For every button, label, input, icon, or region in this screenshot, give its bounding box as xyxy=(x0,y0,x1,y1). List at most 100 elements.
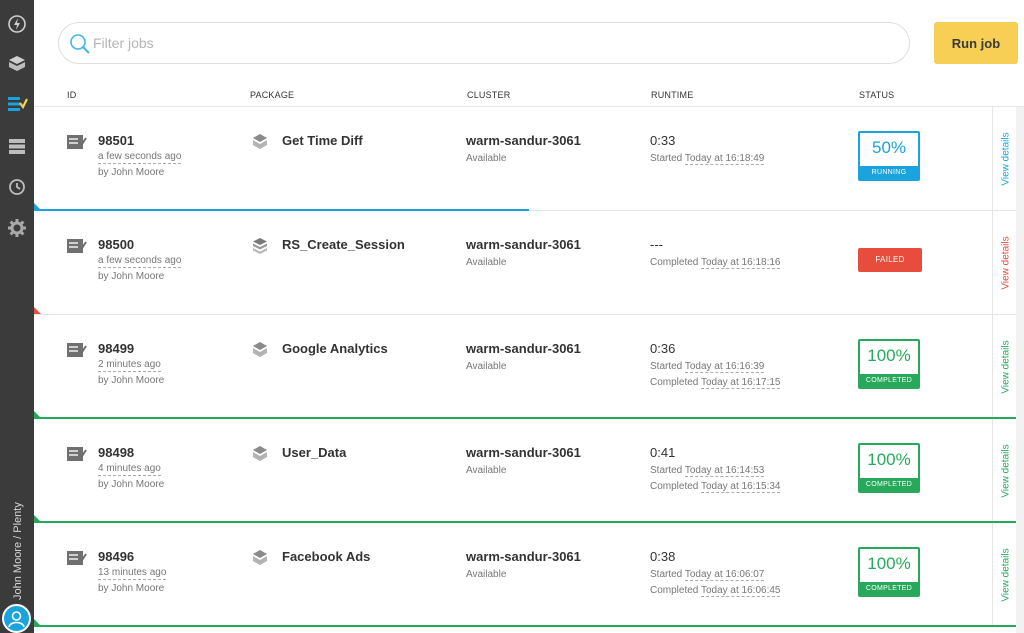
view-details-cell: View details xyxy=(992,315,1018,419)
job-id[interactable]: 98498 xyxy=(98,445,134,460)
view-details-cell: View details xyxy=(992,211,1018,315)
column-header-cluster: CLUSTER xyxy=(467,90,511,100)
cluster-name[interactable]: warm-sandur-3061 xyxy=(466,237,581,252)
sidebar: John Moore / Plenty xyxy=(0,0,34,633)
schedules-icon[interactable] xyxy=(3,173,31,201)
package-name[interactable]: Google Analytics xyxy=(282,341,388,356)
job-created: 4 minutes ago xyxy=(98,463,161,476)
row-corner-marker xyxy=(34,515,41,522)
job-progress-bar xyxy=(34,625,1024,627)
cluster-name[interactable]: warm-sandur-3061 xyxy=(466,549,581,564)
search-icon xyxy=(70,34,90,54)
runtime-completed: Completed Today at 16:06:45 xyxy=(650,585,781,597)
column-header-status: STATUS xyxy=(859,90,895,100)
status-label: COMPLETED xyxy=(860,478,918,491)
filter-jobs-field[interactable] xyxy=(58,22,910,64)
job-id[interactable]: 98501 xyxy=(98,133,134,148)
status-badge: 50% RUNNING xyxy=(858,131,920,181)
job-icon xyxy=(67,239,87,253)
view-details-link[interactable]: View details xyxy=(1001,132,1012,185)
row-corner-marker xyxy=(34,411,41,418)
view-details-link[interactable]: View details xyxy=(1001,236,1012,289)
view-details-cell: View details xyxy=(992,107,1018,211)
row-corner-marker xyxy=(34,203,41,210)
job-created: a few seconds ago xyxy=(98,151,182,164)
package-name[interactable]: Get Time Diff xyxy=(282,133,363,148)
job-owner: by John Moore xyxy=(98,167,165,178)
account-name[interactable]: John Moore / Plenty xyxy=(0,490,34,600)
runtime-completed: Completed Today at 16:17:15 xyxy=(650,377,781,389)
job-row[interactable]: 98499 2 minutes ago by John Moore Google… xyxy=(34,315,1024,419)
runtime-started: Started Today at 16:14:53 xyxy=(650,465,765,477)
job-id[interactable]: 98500 xyxy=(98,237,134,252)
status-badge: 100% COMPLETED xyxy=(858,443,920,493)
job-created: 13 minutes ago xyxy=(98,567,167,580)
runtime-started: Started Today at 16:06:07 xyxy=(650,569,765,581)
lightning-icon[interactable] xyxy=(3,10,31,38)
cluster-name[interactable]: warm-sandur-3061 xyxy=(466,445,581,460)
job-owner: by John Moore xyxy=(98,583,165,594)
job-created: a few seconds ago xyxy=(98,255,182,268)
job-row[interactable]: 98498 4 minutes ago by John Moore User_D… xyxy=(34,419,1024,523)
job-created: 2 minutes ago xyxy=(98,359,161,372)
filter-jobs-input[interactable] xyxy=(93,31,873,55)
package-name[interactable]: RS_Create_Session xyxy=(282,237,405,252)
cluster-status: Available xyxy=(466,465,507,476)
job-owner: by John Moore xyxy=(98,375,165,386)
status-badge: FAILED xyxy=(858,248,922,272)
cluster-status: Available xyxy=(466,257,507,268)
runtime-value: 0:41 xyxy=(650,445,676,460)
runtime-completed: Completed Today at 16:15:34 xyxy=(650,481,781,493)
status-label: COMPLETED xyxy=(860,374,918,387)
column-header-package: PACKAGE xyxy=(250,90,295,100)
job-row[interactable]: 98501 a few seconds ago by John Moore Ge… xyxy=(34,107,1024,211)
runtime-started: Started Today at 16:18:49 xyxy=(650,153,765,165)
package-name[interactable]: Facebook Ads xyxy=(282,549,370,564)
view-details-cell: View details xyxy=(992,523,1018,627)
runtime-started: Started Today at 16:16:39 xyxy=(650,361,765,373)
view-details-link[interactable]: View details xyxy=(1001,340,1012,393)
runtime-value: 0:33 xyxy=(650,133,676,148)
job-row[interactable]: 98496 13 minutes ago by John Moore Faceb… xyxy=(34,523,1024,627)
job-row[interactable]: 98500 a few seconds ago by John Moore RS… xyxy=(34,211,1024,315)
scrollbar[interactable] xyxy=(1016,107,1024,633)
settings-gear-icon[interactable] xyxy=(3,214,31,242)
cluster-status: Available xyxy=(466,153,507,164)
packages-icon[interactable] xyxy=(3,50,31,78)
app: John Moore / Plenty Run job ID PACKAGE C… xyxy=(0,0,1024,633)
status-badge: 100% COMPLETED xyxy=(858,339,920,389)
job-icon xyxy=(67,447,87,461)
job-owner: by John Moore xyxy=(98,479,165,490)
view-details-link[interactable]: View details xyxy=(1001,444,1012,497)
runtime-completed: Completed Today at 16:18:16 xyxy=(650,257,781,269)
job-owner: by John Moore xyxy=(98,271,165,282)
jobs-icon[interactable] xyxy=(3,90,31,118)
package-icon xyxy=(253,134,267,149)
run-job-button[interactable]: Run job xyxy=(934,22,1018,64)
job-icon xyxy=(67,343,87,357)
job-icon xyxy=(67,135,87,149)
job-id[interactable]: 98496 xyxy=(98,549,134,564)
package-name[interactable]: User_Data xyxy=(282,445,346,460)
row-corner-marker xyxy=(34,307,41,314)
cluster-name[interactable]: warm-sandur-3061 xyxy=(466,133,581,148)
job-icon xyxy=(67,551,87,565)
status-label: RUNNING xyxy=(860,166,918,179)
status-percent: 50% xyxy=(871,138,907,157)
view-details-cell: View details xyxy=(992,419,1018,523)
view-details-link[interactable]: View details xyxy=(1001,548,1012,601)
column-header-runtime: RUNTIME xyxy=(651,90,694,100)
avatar[interactable] xyxy=(2,604,31,633)
status-percent: 100% xyxy=(867,346,911,365)
status-label: COMPLETED xyxy=(860,582,918,595)
package-icon xyxy=(253,550,267,565)
workflow-package-icon xyxy=(253,238,267,254)
cluster-status: Available xyxy=(466,569,507,580)
job-id[interactable]: 98499 xyxy=(98,341,134,356)
cluster-status: Available xyxy=(466,361,507,372)
clusters-icon[interactable] xyxy=(3,132,31,160)
runtime-value: 0:36 xyxy=(650,341,676,356)
runtime-value: 0:38 xyxy=(650,549,676,564)
cluster-name[interactable]: warm-sandur-3061 xyxy=(466,341,581,356)
runtime-value: --- xyxy=(650,237,663,252)
